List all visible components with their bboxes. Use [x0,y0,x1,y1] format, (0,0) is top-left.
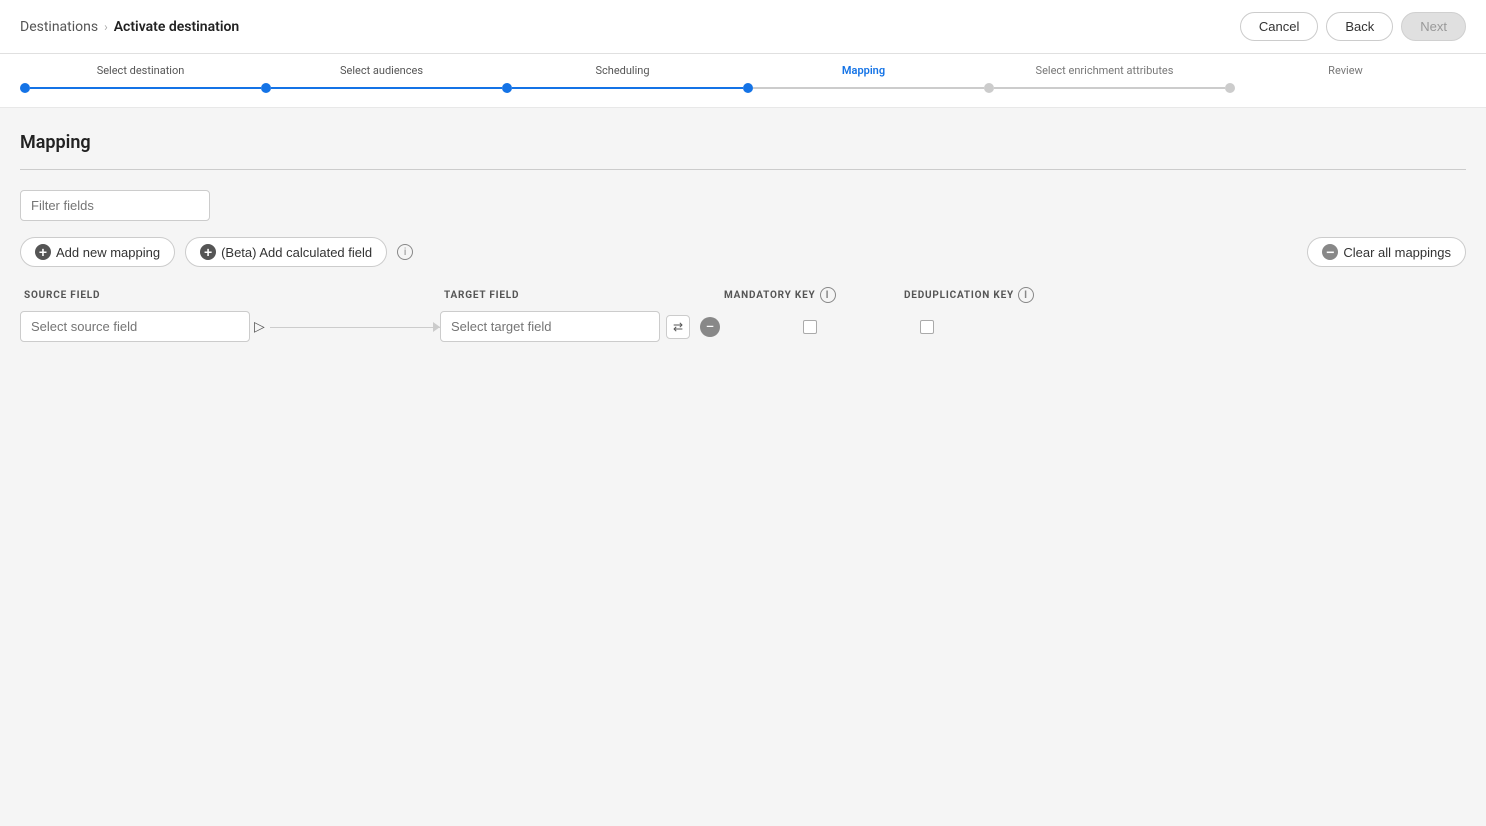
clear-all-label: Clear all mappings [1343,245,1451,260]
source-field-input[interactable] [20,311,250,342]
step-review: Review [1225,64,1466,93]
dedup-key-header: DEDUPLICATION KEY i [904,287,1462,303]
swap-fields-icon[interactable]: ⇄ [666,315,690,339]
target-field-wrap: ⇄ − [440,311,720,342]
clear-all-icon: − [1322,244,1338,260]
breadcrumb-separator: › [104,20,108,34]
mapping-title: Mapping [20,132,1466,153]
calculated-info-icon[interactable]: i [397,244,413,260]
header-buttons: Cancel Back Next [1240,12,1466,41]
source-field-header: SOURCE FIELD [24,290,444,301]
step-1-line [30,87,261,89]
header: Destinations › Activate destination Canc… [0,0,1486,54]
step-4-label: Mapping [842,64,885,77]
table-row: ▷ ⇄ − [20,311,1466,342]
add-calculated-button[interactable]: + (Beta) Add calculated field [185,237,387,267]
step-5-label: Select enrichment attributes [1036,64,1174,77]
step-select-audiences: Select audiences [261,64,502,93]
target-field-input[interactable] [440,311,660,342]
dedup-checkbox[interactable] [920,320,934,334]
source-field-wrap: ▷ [20,311,440,342]
clear-all-button[interactable]: − Clear all mappings [1307,237,1466,267]
arrow-cursor-icon: ▷ [254,319,265,335]
step-mapping: Mapping [743,64,984,93]
add-calculated-icon: + [200,244,216,260]
action-left: + Add new mapping + (Beta) Add calculate… [20,237,413,267]
steps-container: Select destination Select audiences Sche… [20,64,1466,93]
step-scheduling: Scheduling [502,64,743,93]
add-mapping-label: Add new mapping [56,245,160,260]
cancel-button[interactable]: Cancel [1240,12,1318,41]
add-mapping-button[interactable]: + Add new mapping [20,237,175,267]
step-3-label: Scheduling [595,64,649,77]
mapping-table: SOURCE FIELD TARGET FIELD MANDATORY KEY … [20,287,1466,342]
add-calculated-label: (Beta) Add calculated field [221,245,372,260]
arrow-line [270,327,440,328]
mandatory-checkbox[interactable] [803,320,817,334]
mandatory-key-header: MANDATORY KEY i [724,287,904,303]
main-content: Mapping + Add new mapping + (Beta) Add c… [0,108,1486,370]
step-1-dot [20,83,30,93]
breadcrumb-destinations-link[interactable]: Destinations [20,19,98,35]
step-3-dot [502,83,512,93]
breadcrumb: Destinations › Activate destination [20,19,239,35]
step-5-line [994,87,1225,89]
step-2-label: Select audiences [340,64,423,77]
action-row: + Add new mapping + (Beta) Add calculate… [20,237,1466,267]
arrow-head [433,322,440,332]
breadcrumb-current: Activate destination [114,19,240,35]
dedup-col [900,320,1466,334]
dedup-info-icon[interactable]: i [1018,287,1034,303]
mandatory-col [720,320,900,334]
step-6-label: Review [1328,64,1363,77]
arrow-area: ▷ [250,312,440,342]
filter-fields-input[interactable] [20,190,210,221]
step-select-destination: Select destination [20,64,261,93]
divider [20,169,1466,170]
table-header: SOURCE FIELD TARGET FIELD MANDATORY KEY … [20,287,1466,303]
step-enrichment: Select enrichment attributes [984,64,1225,93]
target-field-header: TARGET FIELD [444,290,724,301]
add-mapping-icon: + [35,244,51,260]
step-2-dot [261,83,271,93]
back-button[interactable]: Back [1326,12,1393,41]
progress-bar: Select destination Select audiences Sche… [0,54,1486,108]
step-3-line [512,87,743,89]
mandatory-info-icon[interactable]: i [820,287,836,303]
step-1-label: Select destination [97,64,185,77]
step-5-dot [984,83,994,93]
step-4-dot [743,83,753,93]
step-6-dot [1225,83,1235,93]
step-2-line [271,87,502,89]
remove-row-icon[interactable]: − [700,317,720,337]
step-4-line [753,87,984,89]
next-button: Next [1401,12,1466,41]
